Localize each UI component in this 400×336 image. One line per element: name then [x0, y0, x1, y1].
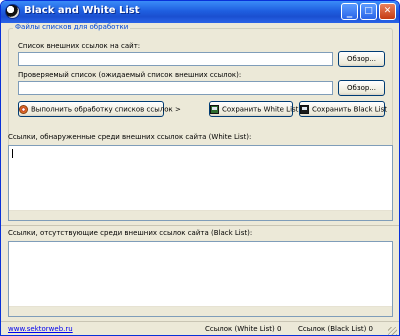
process-lists-label: Выполнить обработку списков ссылок > [31, 105, 181, 113]
black-list-count: Ссылок (Black List) 0 [298, 325, 374, 333]
minimize-button[interactable]: _ [341, 3, 358, 20]
browse-external-button[interactable]: Обзор... [338, 51, 385, 67]
splitter[interactable] [1, 225, 399, 226]
save-white-list-button[interactable]: Сохранить White List [209, 101, 298, 117]
maximize-button[interactable]: □ [360, 3, 377, 20]
white-list-textarea[interactable] [8, 145, 393, 221]
external-links-label: Список внешних ссылок на сайт: [18, 42, 141, 50]
save-black-list-button[interactable]: Сохранить Black List [299, 101, 388, 117]
app-window: Black and White List _ □ ✕ Файлы списков… [0, 0, 400, 336]
status-bar: www.sektorweb.ru Ссылок (White List) 0 С… [1, 321, 399, 335]
browse-checked-button[interactable]: Обзор... [338, 80, 385, 96]
checked-list-field[interactable] [18, 81, 333, 95]
black-list-scrollbar[interactable] [9, 306, 392, 316]
external-links-field[interactable] [18, 52, 333, 66]
save-white-list-label: Сохранить White List [222, 105, 299, 113]
process-lists-button[interactable]: Выполнить обработку списков ссылок > [18, 101, 181, 117]
black-list-label: Ссылки, отсутствующие среди внешних ссыл… [8, 229, 253, 237]
text-caret [12, 149, 13, 158]
save-black-icon [300, 104, 309, 114]
group-legend: Файлы списков для обработки [13, 23, 131, 31]
website-link[interactable]: www.sektorweb.ru [8, 325, 73, 333]
black-list-textarea[interactable] [8, 241, 393, 317]
checked-list-label: Проверяемый список (ожидаемый список вне… [18, 71, 242, 79]
save-black-list-label: Сохранить Black List [312, 105, 388, 113]
resize-grip-icon[interactable] [388, 327, 397, 335]
save-white-icon [210, 104, 219, 114]
window-title: Black and White List [24, 5, 140, 16]
close-button[interactable]: ✕ [379, 3, 396, 20]
title-bar[interactable]: Black and White List _ □ ✕ [1, 1, 399, 23]
white-list-label: Ссылки, обнаруженные среди внешних ссыло… [8, 133, 252, 141]
white-list-count: Ссылок (White List) 0 [205, 325, 282, 333]
gear-icon [19, 104, 28, 114]
white-list-scrollbar[interactable] [9, 210, 392, 220]
yin-yang-app-icon [5, 4, 20, 19]
